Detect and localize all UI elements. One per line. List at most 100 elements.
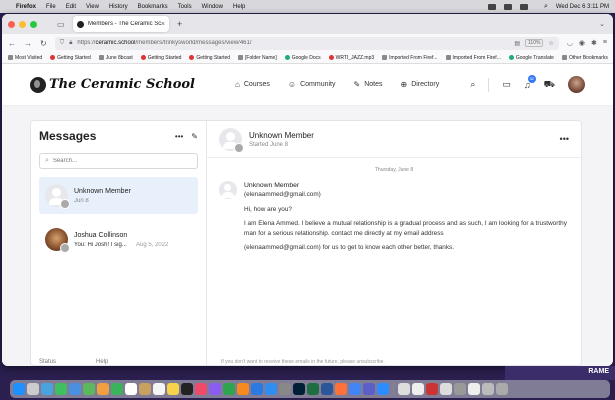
forward-icon[interactable]: →	[24, 39, 32, 48]
close-window-button[interactable]	[8, 20, 15, 28]
new-tab-button[interactable]: +	[177, 19, 182, 29]
browser-tab[interactable]: Members - The Ceramic School ×	[73, 16, 169, 32]
recent-document-icon[interactable]	[440, 383, 452, 395]
notes-app-icon[interactable]	[167, 383, 179, 395]
zoom-level[interactable]: 110%	[525, 39, 544, 47]
recent-document-icon[interactable]	[468, 383, 480, 395]
excel-icon[interactable]	[307, 383, 319, 395]
menu-edit[interactable]: Edit	[66, 4, 76, 10]
finder-icon[interactable]	[13, 383, 25, 395]
other-bookmarks[interactable]: Other Bookmarks	[561, 55, 608, 61]
recent-document-icon[interactable]	[398, 383, 410, 395]
menu-icon[interactable]: ≡	[603, 39, 607, 47]
recent-document-icon[interactable]	[426, 383, 438, 395]
sender-name[interactable]: Unknown Member	[244, 181, 569, 190]
bookmark-item[interactable]: Google Translate	[508, 55, 554, 61]
nav-directory[interactable]: ⊕ Directory	[400, 80, 439, 89]
settings-icon[interactable]	[279, 383, 291, 395]
bookmark-item[interactable]: Google Docs	[284, 55, 321, 61]
trash-icon[interactable]	[496, 383, 508, 395]
zoom-icon[interactable]	[377, 383, 389, 395]
more-options-icon[interactable]: •••	[175, 132, 183, 141]
recent-document-icon[interactable]	[454, 383, 466, 395]
keynote-icon[interactable]	[251, 383, 263, 395]
message-search[interactable]: ⌕	[39, 153, 198, 169]
menu-tools[interactable]: Tools	[178, 4, 192, 10]
account-icon[interactable]: ◉	[579, 39, 585, 47]
conversation-item[interactable]: Unknown Member Jun 8	[39, 177, 198, 214]
teams-icon[interactable]	[363, 383, 375, 395]
search-input[interactable]	[52, 158, 173, 164]
recent-document-icon[interactable]	[482, 383, 494, 395]
user-avatar[interactable]	[568, 76, 585, 93]
firefox-icon[interactable]	[335, 383, 347, 395]
messages-icon[interactable]	[55, 383, 67, 395]
photos-icon[interactable]	[97, 383, 109, 395]
tab-overview-icon[interactable]: ▭	[57, 20, 67, 29]
maps-icon[interactable]	[83, 383, 95, 395]
cart-icon[interactable]: ⛟	[544, 79, 555, 91]
nav-community[interactable]: ☺ Community	[288, 80, 336, 89]
tab-list-chevron-icon[interactable]: ⌄	[599, 20, 605, 28]
url-text[interactable]: https://ceramic.school/members/trinkyswo…	[77, 40, 509, 46]
minimize-window-button[interactable]	[19, 20, 26, 28]
facetime-icon[interactable]	[111, 383, 123, 395]
calendar-icon[interactable]	[125, 383, 137, 395]
tv-icon[interactable]	[181, 383, 193, 395]
launchpad-icon[interactable]	[27, 383, 39, 395]
music-icon[interactable]	[195, 383, 207, 395]
notifications-bell-icon[interactable]: ♫ 32	[524, 74, 536, 90]
bookmark-star-icon[interactable]: ☆	[548, 40, 553, 47]
status-link[interactable]: Status	[39, 359, 56, 365]
inbox-icon[interactable]: ▭	[502, 79, 511, 90]
status-app-icon[interactable]	[487, 3, 496, 10]
thread-member-name[interactable]: Unknown Member	[249, 131, 314, 140]
safari-icon[interactable]	[41, 383, 53, 395]
member-avatar[interactable]	[219, 127, 244, 153]
bookmark-item[interactable]: [Folder Name]	[238, 55, 277, 61]
bookmark-item[interactable]: WRTI_JAZZ.mp3	[328, 55, 374, 61]
contacts-icon[interactable]	[139, 383, 151, 395]
reload-icon[interactable]: ↻	[40, 39, 47, 48]
photoshop-icon[interactable]	[293, 383, 305, 395]
site-logo[interactable]: The Ceramic School	[30, 76, 195, 93]
mail-icon[interactable]	[69, 383, 81, 395]
menu-bookmarks[interactable]: Bookmarks	[138, 4, 168, 10]
sender-avatar[interactable]	[219, 181, 237, 199]
shield-icon[interactable]: ⛉	[60, 40, 65, 47]
bookmark-item[interactable]: Imported From Firef...	[382, 55, 438, 61]
numbers-icon[interactable]	[223, 383, 235, 395]
zoom-window-button[interactable]	[30, 20, 37, 28]
app-store-icon[interactable]	[265, 383, 277, 395]
menu-file[interactable]: File	[46, 4, 56, 10]
menu-help[interactable]: Help	[233, 4, 245, 10]
chrome-icon[interactable]	[349, 383, 361, 395]
nav-courses[interactable]: ⌂ Courses	[235, 80, 270, 89]
bookmark-item[interactable]: Getting Started	[189, 55, 230, 61]
bookmark-item[interactable]: June 8bcast	[98, 55, 133, 61]
lock-icon[interactable]: 🔒︎	[69, 40, 72, 47]
conversation-item[interactable]: Joshua Collinson You: Hi Josh! I sig... A…	[39, 221, 198, 258]
extensions-icon[interactable]: ✱	[591, 39, 597, 47]
menu-view[interactable]: View	[86, 4, 99, 10]
search-icon[interactable]: ⌕	[544, 3, 548, 11]
help-link[interactable]: Help	[96, 359, 108, 365]
pages-icon[interactable]	[237, 383, 249, 395]
battery-icon[interactable]	[519, 3, 528, 10]
menu-window[interactable]: Window	[202, 4, 223, 10]
reminders-icon[interactable]	[153, 383, 165, 395]
bookmark-item[interactable]: Getting Started	[50, 55, 91, 61]
reader-view-icon[interactable]: ▤	[514, 40, 520, 47]
thread-options-icon[interactable]: •••	[560, 134, 569, 144]
back-icon[interactable]: ←	[8, 39, 16, 48]
nav-notes[interactable]: ✎ Notes	[353, 80, 382, 89]
compose-icon[interactable]: ✎	[191, 132, 198, 141]
word-icon[interactable]	[321, 383, 333, 395]
recent-document-icon[interactable]	[412, 383, 424, 395]
bookmark-item[interactable]: Getting Started	[140, 55, 181, 61]
podcasts-icon[interactable]	[209, 383, 221, 395]
menu-app[interactable]: Firefox	[16, 4, 36, 10]
clock[interactable]: Wed Dec 6 3:11 PM	[556, 4, 609, 10]
address-bar[interactable]: ⛉ 🔒︎ https://ceramic.school/members/trin…	[54, 36, 559, 50]
bookmark-item[interactable]: Most Visited	[8, 55, 42, 61]
